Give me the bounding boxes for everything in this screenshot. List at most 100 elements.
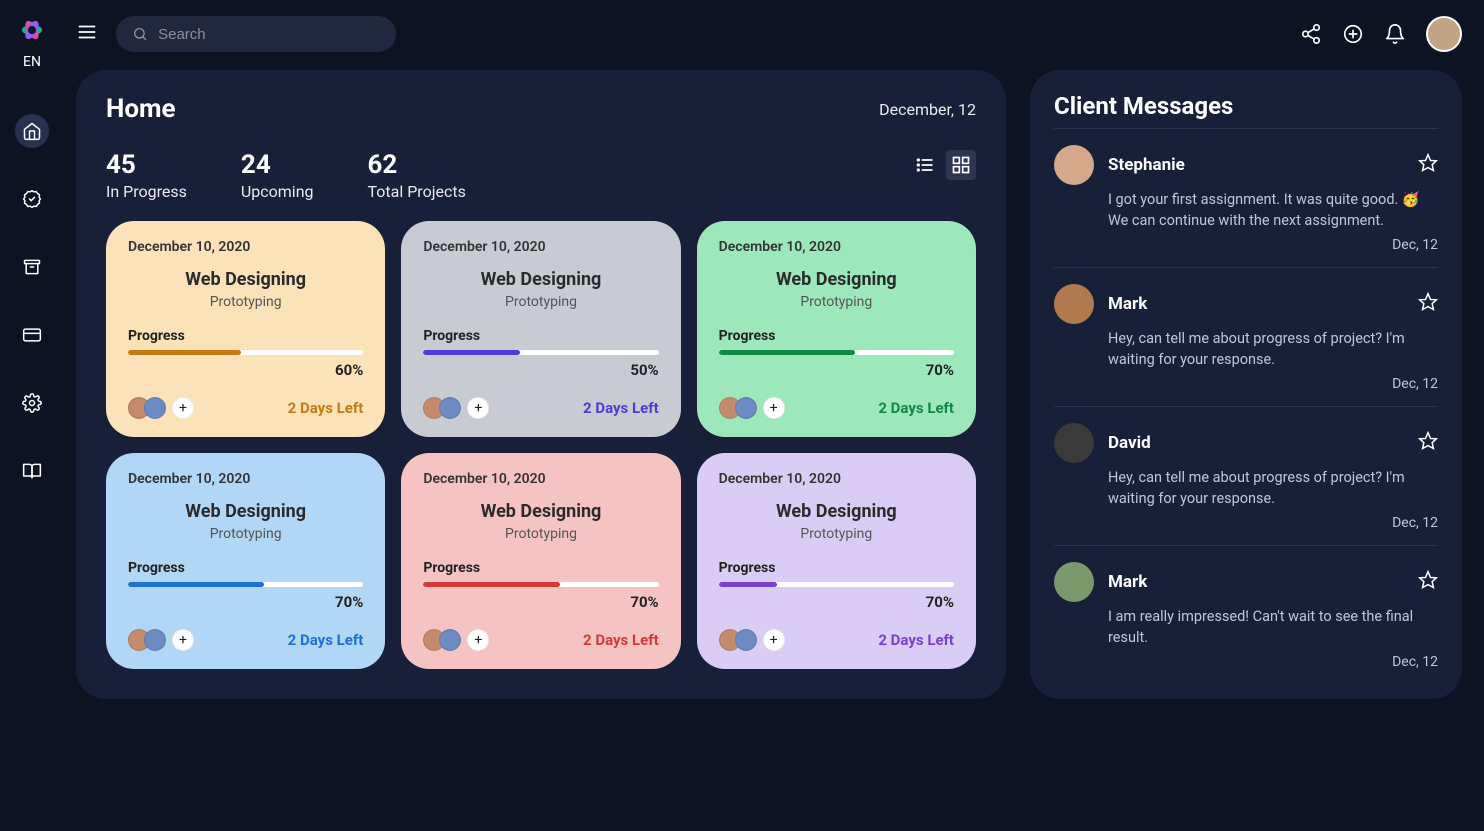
bell-icon[interactable] — [1384, 23, 1406, 45]
progress-percent: 70% — [719, 593, 954, 611]
card-title: Web Designing — [719, 501, 954, 522]
list-view-button[interactable] — [910, 150, 940, 180]
header-actions — [1300, 16, 1462, 52]
participants: + — [423, 397, 489, 419]
message-date: Dec, 12 — [1054, 515, 1438, 531]
participants: + — [128, 397, 194, 419]
stat-value: 24 — [241, 150, 314, 180]
progress-bar — [423, 350, 658, 355]
project-card[interactable]: December 10, 2020 Web Designing Prototyp… — [106, 221, 385, 437]
star-button[interactable] — [1418, 292, 1438, 316]
participants: + — [423, 629, 489, 651]
participant-avatar — [735, 397, 757, 419]
project-card[interactable]: December 10, 2020 Web Designing Prototyp… — [106, 453, 385, 669]
participant-avatar — [439, 397, 461, 419]
card-title: Web Designing — [423, 501, 658, 522]
star-button[interactable] — [1418, 570, 1438, 594]
add-participant-button[interactable]: + — [763, 629, 785, 651]
progress-bar-fill — [719, 350, 855, 355]
star-button[interactable] — [1418, 431, 1438, 455]
progress-label: Progress — [423, 560, 658, 576]
card-date: December 10, 2020 — [423, 239, 658, 255]
stat-value: 62 — [368, 150, 466, 180]
project-card[interactable]: December 10, 2020 Web Designing Prototyp… — [401, 453, 680, 669]
card-title: Web Designing — [719, 269, 954, 290]
message-item[interactable]: David Hey, can tell me about progress of… — [1054, 406, 1438, 545]
menu-button[interactable] — [76, 21, 98, 47]
participant-avatar — [439, 629, 461, 651]
message-avatar — [1054, 423, 1094, 463]
home-panel: Home December, 12 45 In Progress24 Upcom… — [76, 70, 1006, 699]
message-sender: Mark — [1108, 294, 1404, 314]
card-date: December 10, 2020 — [128, 239, 363, 255]
card-subtitle: Prototyping — [719, 294, 954, 310]
participants: + — [128, 629, 194, 651]
nav-home[interactable] — [15, 114, 49, 148]
card-subtitle: Prototyping — [128, 294, 363, 310]
progress-percent: 60% — [128, 361, 363, 379]
grid-view-button[interactable] — [946, 150, 976, 180]
search-icon — [132, 25, 148, 43]
share-icon[interactable] — [1300, 23, 1322, 45]
nav-archive[interactable] — [15, 250, 49, 284]
participant-avatar — [735, 629, 757, 651]
add-participant-button[interactable]: + — [172, 397, 194, 419]
add-participant-button[interactable]: + — [763, 397, 785, 419]
progress-bar-fill — [128, 582, 264, 587]
message-body: I got your first assignment. It was quit… — [1108, 189, 1438, 231]
progress-percent: 50% — [423, 361, 658, 379]
list-icon — [915, 155, 935, 175]
card-subtitle: Prototyping — [423, 294, 658, 310]
days-left: 2 Days Left — [878, 631, 954, 649]
nav-settings[interactable] — [15, 386, 49, 420]
message-date: Dec, 12 — [1054, 237, 1438, 253]
message-sender: Mark — [1108, 572, 1404, 592]
add-participant-button[interactable]: + — [172, 629, 194, 651]
add-participant-button[interactable]: + — [467, 397, 489, 419]
message-sender: Stephanie — [1108, 155, 1404, 175]
progress-label: Progress — [423, 328, 658, 344]
project-card[interactable]: December 10, 2020 Web Designing Prototyp… — [697, 453, 976, 669]
participant-avatar — [144, 397, 166, 419]
message-date: Dec, 12 — [1054, 376, 1438, 392]
progress-bar — [128, 350, 363, 355]
participants: + — [719, 629, 785, 651]
add-participant-button[interactable]: + — [467, 629, 489, 651]
message-item[interactable]: Stephanie I got your first assignment. I… — [1054, 128, 1438, 267]
stats-row: 45 In Progress24 Upcoming62 Total Projec… — [106, 150, 976, 201]
message-body: Hey, can tell me about progress of proje… — [1108, 328, 1438, 370]
progress-label: Progress — [719, 560, 954, 576]
home-icon — [22, 121, 42, 141]
view-toggle — [910, 150, 976, 180]
current-date: December, 12 — [879, 100, 976, 119]
star-icon — [1418, 153, 1438, 173]
participant-avatar — [144, 629, 166, 651]
star-button[interactable] — [1418, 153, 1438, 177]
stat: 45 In Progress — [106, 150, 187, 201]
message-avatar — [1054, 562, 1094, 602]
search-input[interactable] — [158, 26, 380, 43]
add-circle-icon[interactable] — [1342, 23, 1364, 45]
project-card[interactable]: December 10, 2020 Web Designing Prototyp… — [697, 221, 976, 437]
stat-label: In Progress — [106, 182, 187, 201]
card-date: December 10, 2020 — [719, 239, 954, 255]
card-date: December 10, 2020 — [719, 471, 954, 487]
user-avatar[interactable] — [1426, 16, 1462, 52]
project-card[interactable]: December 10, 2020 Web Designing Prototyp… — [401, 221, 680, 437]
nav-card[interactable] — [15, 318, 49, 352]
message-item[interactable]: Mark I am really impressed! Can't wait t… — [1054, 545, 1438, 684]
nav-verified[interactable] — [15, 182, 49, 216]
progress-bar-fill — [128, 350, 241, 355]
language-label[interactable]: EN — [23, 54, 41, 70]
app-logo-icon — [14, 12, 50, 48]
sidebar: EN — [0, 0, 64, 831]
progress-label: Progress — [719, 328, 954, 344]
card-date: December 10, 2020 — [423, 471, 658, 487]
message-item[interactable]: Mark Hey, can tell me about progress of … — [1054, 267, 1438, 406]
page-title: Home — [106, 94, 176, 124]
progress-bar — [128, 582, 363, 587]
card-title: Web Designing — [423, 269, 658, 290]
nav-book[interactable] — [15, 454, 49, 488]
project-cards: December 10, 2020 Web Designing Prototyp… — [106, 221, 976, 669]
stat: 62 Total Projects — [368, 150, 466, 201]
